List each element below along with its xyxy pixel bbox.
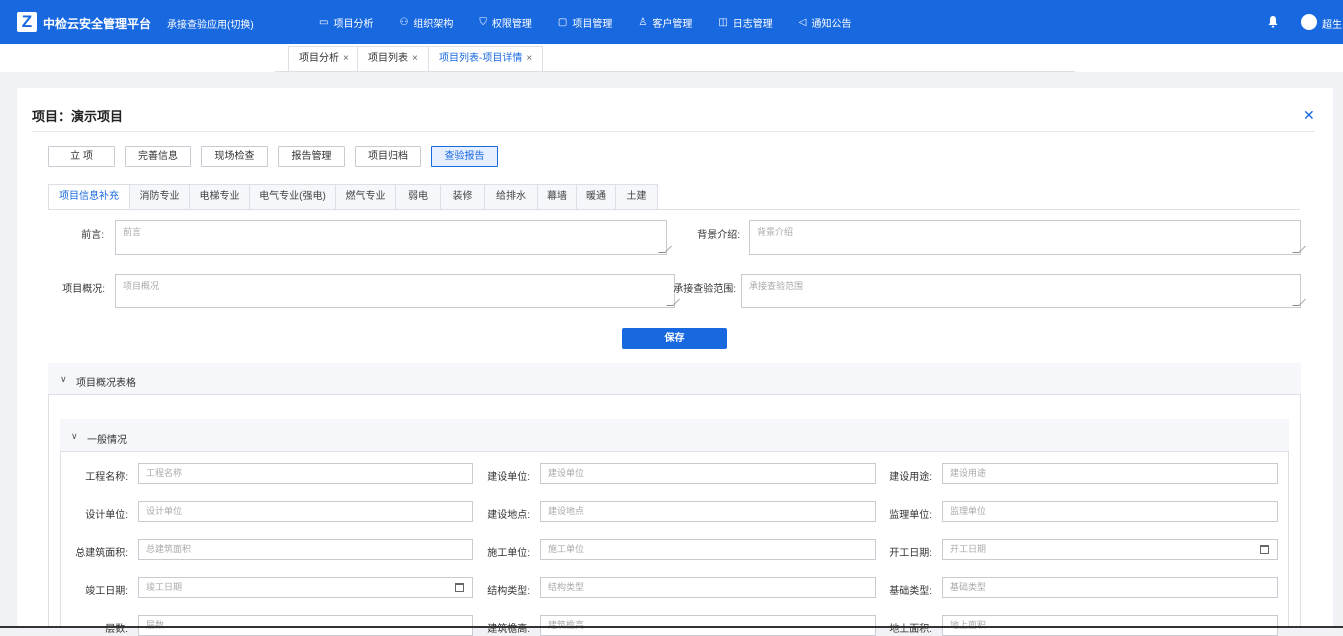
preface-label: 前言:: [81, 230, 104, 241]
page-tab-project-detail[interactable]: 项目列表-项目详情 ×: [428, 46, 544, 71]
field-label: 建设用途:: [889, 472, 932, 483]
overview-textarea[interactable]: 项目概况: [115, 274, 680, 308]
save-button[interactable]: 保存: [622, 328, 727, 349]
field-label: 总建筑面积:: [75, 548, 128, 559]
page-tabs-bar: [0, 44, 1343, 72]
app-switch-link[interactable]: 承接查验应用(切换): [167, 16, 254, 31]
nav-item-log[interactable]: ◫ 日志管理: [705, 0, 785, 44]
nav-item-permission[interactable]: ⛉ 权限管理: [466, 0, 545, 44]
user-icon: ♙: [638, 16, 648, 28]
tab-fire[interactable]: 消防专业: [129, 184, 189, 210]
tab-project-info[interactable]: 项目信息补充: [48, 184, 129, 210]
archive-button[interactable]: 项目归档: [355, 146, 421, 167]
nav-item-org[interactable]: ⚇ 组织架构: [386, 0, 466, 44]
overview-label: 项目概况:: [62, 284, 105, 295]
report-management-button[interactable]: 报告管理: [278, 146, 345, 167]
background-label: 背景介绍:: [697, 230, 740, 241]
tab-electrical[interactable]: 电气专业(强电): [249, 184, 335, 210]
scope-textarea[interactable]: 承接查验范围: [741, 274, 1306, 308]
tabs-divider: [48, 209, 1300, 210]
chevron-down-icon[interactable]: ∨: [60, 374, 67, 385]
contractor-input[interactable]: 施工单位: [540, 539, 876, 560]
folder-icon: ▢: [557, 16, 568, 28]
megaphone-icon: ◁: [798, 16, 807, 28]
field-label: 建设地点:: [487, 510, 530, 521]
construction-unit-input[interactable]: 建设单位: [540, 463, 876, 484]
page-tab-analysis[interactable]: 项目分析 ×: [288, 46, 360, 71]
inspection-report-button[interactable]: 查验报告: [431, 146, 498, 167]
project-name-input[interactable]: 工程名称: [138, 463, 473, 484]
preface-textarea[interactable]: 前言: [115, 220, 672, 255]
start-date-picker[interactable]: 开工日期: [942, 539, 1278, 560]
tab-hvac[interactable]: 暖通: [576, 184, 615, 210]
analysis-icon: ▭: [319, 16, 329, 28]
close-icon[interactable]: ✕: [1303, 108, 1317, 122]
page-tab-project-list[interactable]: 项目列表 ×: [357, 46, 429, 71]
bell-icon[interactable]: [1267, 15, 1279, 28]
main-nav: ▭ 项目分析 ⚇ 组织架构 ⛉ 权限管理 ▢ 项目管理 ♙ 客户管理 ◫ 日志管理 ◁ 通知公…: [306, 0, 865, 44]
field-label: 建设单位:: [487, 472, 530, 483]
field-label: 开工日期:: [889, 548, 932, 559]
design-unit-input[interactable]: 设计单位: [138, 501, 473, 522]
construction-site-input[interactable]: 建设地点: [540, 501, 876, 522]
tab-elevator[interactable]: 电梯专业: [189, 184, 249, 210]
tab-curtain-wall[interactable]: 幕墙: [537, 184, 576, 210]
overview-table-title: 项目概况表格: [76, 378, 136, 389]
nav-item-customer[interactable]: ♙ 客户管理: [625, 0, 705, 44]
close-icon[interactable]: ×: [343, 53, 349, 64]
setup-button[interactable]: 立 项: [48, 146, 115, 167]
tab-gas[interactable]: 燃气专业: [335, 184, 395, 210]
field-label: 竣工日期:: [85, 586, 128, 597]
title-divider: [32, 131, 1315, 132]
close-icon[interactable]: ×: [412, 53, 418, 64]
page-tabs-divider: [275, 71, 1075, 72]
calendar-icon[interactable]: [455, 583, 464, 592]
field-label: 设计单位:: [85, 510, 128, 521]
top-navbar: Z 中检云安全管理平台 承接查验应用(切换) ▭ 项目分析 ⚇ 组织架构 ⛉ 权限管理…: [0, 0, 1343, 44]
general-info-header[interactable]: [60, 419, 1289, 452]
field-label: 工程名称:: [85, 472, 128, 483]
overview-table-header[interactable]: [48, 363, 1301, 395]
chevron-down-icon[interactable]: ∨: [71, 431, 78, 442]
field-label: 监理单位:: [889, 510, 932, 521]
structure-type-input[interactable]: 结构类型: [540, 577, 876, 598]
shield-icon: ⛉: [479, 16, 487, 28]
logo-icon: Z: [17, 12, 37, 32]
tab-decoration[interactable]: 装修: [440, 184, 484, 210]
tab-plumbing[interactable]: 给排水: [484, 184, 537, 210]
close-icon[interactable]: ×: [526, 53, 532, 64]
tab-weak-current[interactable]: 弱电: [395, 184, 440, 210]
calendar-icon[interactable]: [1260, 545, 1269, 554]
field-label: 结构类型:: [487, 586, 530, 597]
tab-civil[interactable]: 土建: [615, 184, 658, 210]
user-name[interactable]: 超生: [1322, 16, 1342, 31]
brand-title: 中检云安全管理平台: [43, 17, 152, 31]
supervision-unit-input[interactable]: 监理单位: [942, 501, 1278, 522]
background-textarea[interactable]: 背景介绍: [749, 220, 1306, 255]
scope-label: 承接查验范围:: [673, 284, 736, 295]
specialty-tabs: 项目信息补充 消防专业 电梯专业 电气专业(强电) 燃气专业 弱电 装修 给排水…: [48, 184, 658, 210]
nav-item-analysis[interactable]: ▭ 项目分析: [306, 0, 386, 44]
general-info-title: 一般情况: [87, 435, 127, 446]
foundation-type-input[interactable]: 基础类型: [942, 577, 1278, 598]
page-title: 项目：演示项目: [32, 109, 124, 124]
avatar[interactable]: [1301, 14, 1317, 30]
nav-item-notice[interactable]: ◁ 通知公告: [786, 0, 865, 44]
org-icon: ⚇: [399, 16, 409, 28]
site-inspection-button[interactable]: 现场检查: [201, 146, 268, 167]
complete-info-button[interactable]: 完善信息: [125, 146, 191, 167]
total-area-input[interactable]: 总建筑面积: [138, 539, 473, 560]
book-icon: ◫: [718, 16, 728, 28]
field-label: 基础类型:: [889, 586, 932, 597]
building-use-input[interactable]: 建设用途: [942, 463, 1278, 484]
nav-item-project[interactable]: ▢ 项目管理: [545, 0, 625, 44]
field-label: 施工单位:: [487, 548, 530, 559]
completion-date-picker[interactable]: 竣工日期: [138, 577, 473, 598]
